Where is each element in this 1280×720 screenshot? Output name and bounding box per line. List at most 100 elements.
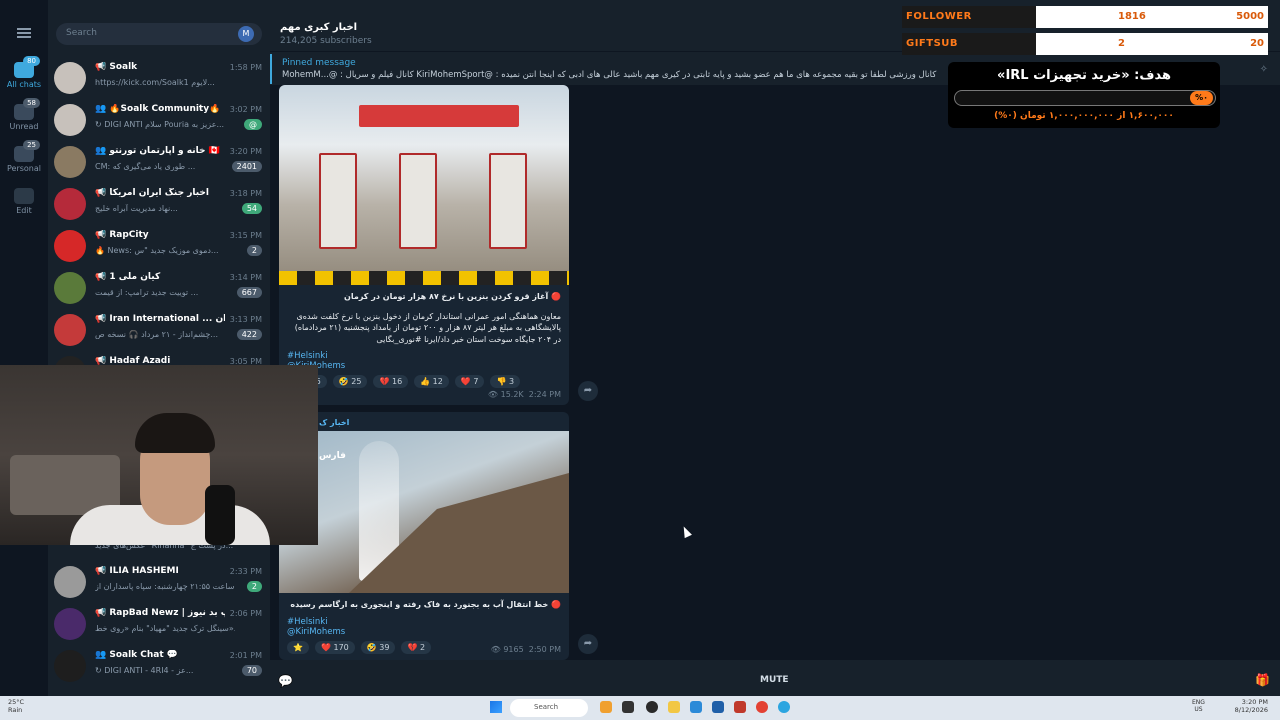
app-icon[interactable] <box>734 701 746 713</box>
folder-edit[interactable]: Edit <box>0 184 48 226</box>
chat-item-iran-international[interactable]: 📢 Iran International ... ایران 3:13 PM چ… <box>48 312 270 354</box>
chat-preview: ↻ DIGI ANTI - 4RI4 - عز... <box>95 666 194 675</box>
chat-item-war-news[interactable]: 📢 اخبار جنگ ایران امریکا 3:18 PM نهاد مد… <box>48 186 270 228</box>
giftsub-goal: 20 <box>1250 38 1264 49</box>
avatar <box>54 650 86 682</box>
chat-time: 3:13 PM <box>229 315 262 324</box>
chat-name: 📢 اخبار جنگ ایران امریکا <box>95 188 210 198</box>
lang-code: ENG <box>1192 699 1205 706</box>
reaction-chip[interactable]: ❤️ 7 <box>454 375 485 389</box>
pin-icon[interactable]: ✧ <box>1260 64 1268 75</box>
follower-current: 1816 <box>1118 11 1146 22</box>
avatar <box>54 314 86 346</box>
gas-station-roof <box>359 105 519 127</box>
store-icon[interactable] <box>712 701 724 713</box>
gift-icon[interactable]: 🎁 <box>1255 673 1270 687</box>
folder-rail: 80 All chats 58 Unread 25 Personal Edit <box>0 0 48 696</box>
chat-name: 👥 خانه و آپارتمان تورنتو 🇨🇦 <box>95 146 220 156</box>
folder-label: Unread <box>9 122 39 131</box>
chat-item-rapbad[interactable]: 📢 RapBad Newz | رپ بد نیوز 2:06 PM سینگل… <box>48 606 270 648</box>
fuel-pump <box>319 153 357 249</box>
folder-unread[interactable]: 58 Unread <box>0 98 48 142</box>
curb <box>279 271 569 285</box>
giftsub-value: 2 20 <box>1036 33 1268 55</box>
post-time: 2:24 PM <box>528 390 561 399</box>
chat-item-soalk-community[interactable]: 👥 🔥Soalk Community🔥 3:02 PM ↻ DIGI ANTI … <box>48 102 270 144</box>
chat-item-rapcity[interactable]: 📢 RapCity 3:15 PM 🔥 News: دموی موزیک جدی… <box>48 228 270 270</box>
folder-badge: 25 <box>23 140 40 150</box>
chat-preview: ساعت ۲۱:۵۵ چهارشنبه: سپاه پاسداران از... <box>95 582 235 591</box>
hashtag-link[interactable]: #Helsinki <box>279 617 569 627</box>
app-icon[interactable] <box>600 701 612 713</box>
comment-icon[interactable]: 💬 <box>278 674 293 688</box>
avatar <box>54 62 86 94</box>
folder-icon[interactable] <box>668 701 680 713</box>
reaction-chip[interactable]: ⭐ <box>287 640 309 654</box>
avatar <box>54 566 86 598</box>
forwarded-channel-name[interactable]: اخبار ک <box>279 412 569 431</box>
reaction-chip[interactable]: 💔 16 <box>373 375 409 389</box>
mute-button[interactable]: MUTE <box>760 675 789 685</box>
app-icon[interactable] <box>622 701 634 713</box>
giftsub-label: GIFTSUB <box>902 33 1036 55</box>
unread-badge: 2 <box>246 245 262 256</box>
post-time: 2:50 PM <box>528 645 561 654</box>
chat-item-soalk-chat[interactable]: 👥 Soalk Chat 💬 2:01 PM ↻ DIGI ANTI - 4RI… <box>48 648 270 690</box>
chat-item-toronto[interactable]: 👥 خانه و آپارتمان تورنتو 🇨🇦 3:20 PM CM: … <box>48 144 270 186</box>
chat-item-ilia-hashemi[interactable]: 📢 ILIA HASHEMI 2:33 PM ساعت ۲۱:۵۵ چهارشن… <box>48 564 270 606</box>
pinned-label: Pinned message <box>282 58 356 68</box>
reaction-chip[interactable]: ❤️ 170 <box>314 640 355 654</box>
weather-widget[interactable]: 25°C Rain <box>8 698 24 715</box>
folder-label: Personal <box>6 164 41 173</box>
account-avatar[interactable]: M <box>238 26 254 42</box>
mention-link[interactable]: @KiriMohems <box>279 627 569 637</box>
avatar <box>54 104 86 136</box>
goal-amount: ۱,۶۰۰,۰۰۰ از ۱,۰۰۰,۰۰۰,۰۰۰ تومان (۰%) <box>994 111 1174 121</box>
language-indicator[interactable]: ENG US <box>1192 699 1205 713</box>
microphone <box>205 485 235 545</box>
folder-personal[interactable]: 25 Personal <box>0 140 48 184</box>
chrome-icon[interactable] <box>756 701 768 713</box>
reaction-chip[interactable]: 👍 12 <box>414 375 449 389</box>
unread-badge: 667 <box>236 287 262 298</box>
reaction-chip[interactable]: 💔 2 <box>401 640 432 654</box>
app-icon[interactable] <box>646 701 658 713</box>
post-photo[interactable]: فارس <box>279 431 569 593</box>
chat-item-kian-melli[interactable]: 📢 کیان ملی 1 3:14 PM توییت جدید ترامپ: ا… <box>48 270 270 312</box>
windows-start-icon[interactable] <box>490 701 502 713</box>
view-count: 9165 <box>503 645 524 654</box>
folder-all-chats[interactable]: 80 All chats <box>0 56 48 100</box>
chat-name: 👥 🔥Soalk Community🔥 <box>95 104 221 114</box>
chat-name: 👥 Soalk Chat 💬 <box>95 650 179 660</box>
forward-icon[interactable]: ➦ <box>578 381 598 401</box>
chat-item-soalk[interactable]: 📢 Soalk 1:58 PM https://kick.com/Soalk1 … <box>48 60 270 102</box>
chat-time: 3:14 PM <box>229 273 262 282</box>
reaction-chip[interactable]: 🤣 39 <box>360 640 396 654</box>
chat-time: 3:18 PM <box>229 189 262 198</box>
taskbar-search[interactable]: Search <box>510 699 588 717</box>
avatar <box>54 146 86 178</box>
chat-preview: https://kick.com/Soalk1 لایوم... <box>95 78 215 87</box>
telegram-icon[interactable] <box>778 701 790 713</box>
streamer-hair <box>135 413 215 453</box>
system-clock[interactable]: 3:20 PM 8/12/2026 <box>1235 698 1268 715</box>
post-photo[interactable] <box>279 85 569 285</box>
chat-preview: CM: طوری یاد می‌گیری که ... <box>95 162 196 171</box>
chat-preview: چشم‌انداز - ۲۱ مرداد 🎧 نسخه ص... <box>95 330 219 339</box>
follower-goal: 5000 <box>1236 11 1264 22</box>
goal-progress-bar: %۰ <box>954 90 1216 106</box>
hamburger-menu-icon[interactable] <box>17 28 31 38</box>
edge-icon[interactable] <box>690 701 702 713</box>
mention-link[interactable]: @KiriMohems <box>279 361 569 371</box>
channel-post[interactable]: اخبار ک فارس 🔴 خط انتقال آب به بجنورد به… <box>279 412 569 660</box>
fuel-pump <box>399 153 437 249</box>
unread-badge: 422 <box>236 329 262 340</box>
search-input[interactable]: Search <box>56 23 262 45</box>
channel-post[interactable]: 🔴 آغاز قرو کردن بنزین با نرخ ۸۷ هزار توم… <box>279 85 569 405</box>
hashtag-link[interactable]: #Helsinki <box>279 351 569 361</box>
chat-preview: نهاد مدیریت آبراه خلیج... <box>95 204 178 213</box>
folder-badge: 58 <box>23 98 40 108</box>
reaction-chip[interactable]: 👎 3 <box>490 375 521 389</box>
forward-icon[interactable]: ➦ <box>578 634 598 654</box>
reaction-chip[interactable]: 🤣 25 <box>332 375 368 389</box>
